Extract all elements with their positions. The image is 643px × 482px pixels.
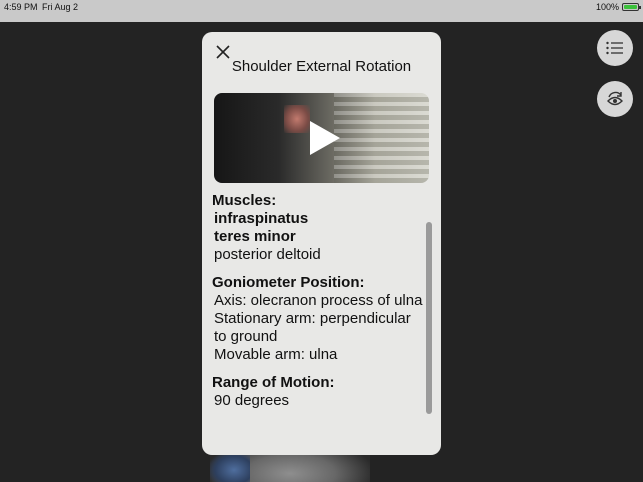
muscle-item: posterior deltoid [214,246,321,263]
muscles-heading: Muscles: [212,192,277,209]
menu-button[interactable] [597,30,633,66]
video-thumbnail[interactable] [214,93,429,183]
panel-content: Muscles: infraspinatus teres minor poste… [212,192,426,410]
play-icon[interactable] [308,119,342,157]
view-toggle-button[interactable] [597,81,633,117]
battery-percent: 100% [595,2,619,12]
list-icon [606,41,623,55]
status-bar: 4:59 PM Fri Aug 2 100% [0,0,643,22]
muscle-item: infraspinatus [214,210,309,227]
panel-title: Shoulder External Rotation [231,58,412,75]
goniometer-heading: Goniometer Position: [212,274,365,291]
goniometer-stationary-arm: Stationary arm: perpendicular to ground [214,310,411,345]
battery-icon [622,3,641,11]
status-time: 4:59 PM [4,2,38,12]
range-of-motion-value: 90 degrees [214,392,290,409]
exercise-info-panel: Shoulder External Rotation Muscles: infr… [202,32,441,455]
anatomy-model-detail [210,452,250,482]
range-of-motion-heading: Range of Motion: [212,374,335,391]
muscle-item: teres minor [214,228,296,245]
goniometer-axis: Axis: olecranon process of ulna [214,292,423,309]
rotate-eye-icon [607,91,623,106]
scrollbar[interactable] [426,222,432,414]
battery-level [624,5,637,9]
status-date: Fri Aug 2 [42,2,79,12]
goniometer-movable-arm: Movable arm: ulna [214,346,338,363]
